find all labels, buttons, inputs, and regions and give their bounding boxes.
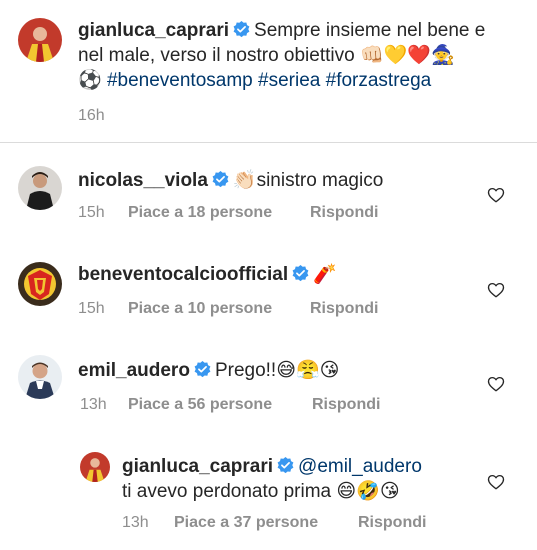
- comment-text: emil_audero Prego!!😅😤😘: [78, 358, 498, 383]
- comment-username[interactable]: emil_audero: [78, 360, 190, 381]
- comment-body: sinistro magico: [256, 170, 384, 191]
- comment-likes-link[interactable]: Piace a 18 persone: [128, 204, 310, 222]
- comment-likes-link[interactable]: Piace a 56 persone: [128, 396, 312, 414]
- mention-link[interactable]: @emil_audero: [298, 456, 422, 477]
- verified-badge-icon: [292, 265, 309, 282]
- hashtag-link[interactable]: #beneventosamp: [107, 70, 253, 91]
- heart-outline-icon[interactable]: [487, 375, 505, 393]
- comment-meta: 13h Piace a 56 persone Rispondi: [80, 396, 380, 414]
- reply-button[interactable]: Rispondi: [310, 204, 378, 222]
- reply-time: 13h: [122, 514, 149, 531]
- reply-button[interactable]: Rispondi: [310, 300, 378, 318]
- heart-outline-icon[interactable]: [487, 186, 505, 204]
- comment-username[interactable]: beneventocalcioofficial: [78, 264, 288, 285]
- reply-username[interactable]: gianluca_caprari: [122, 456, 273, 477]
- caption-emojis: 👊🏻💛❤️🧙: [359, 44, 455, 66]
- comment-username[interactable]: nicolas__viola: [78, 170, 208, 191]
- heart-outline-icon[interactable]: [487, 473, 505, 491]
- hashtag-link[interactable]: #seriea: [258, 70, 320, 91]
- avatar-emil-audero[interactable]: [18, 355, 62, 399]
- reaction-emojis: 😅😤😘: [276, 359, 340, 381]
- hashtag-link[interactable]: #forzastrega: [326, 70, 432, 91]
- firecracker-emoji: 🧨: [313, 263, 337, 285]
- reply-button[interactable]: Rispondi: [312, 396, 380, 414]
- heart-outline-icon[interactable]: [487, 281, 505, 299]
- caption-time: 16h: [78, 107, 105, 124]
- comment-time: 15h: [78, 204, 105, 221]
- reaction-emojis: 😄🤣😘: [336, 480, 400, 502]
- reply-button[interactable]: Rispondi: [358, 514, 426, 532]
- reply-meta: 13h Piace a 37 persone Rispondi: [122, 514, 426, 532]
- caption-line1: Sempre insieme nel bene e: [254, 20, 486, 41]
- verified-badge-icon: [212, 171, 229, 188]
- soccer-ball-emoji: ⚽: [78, 69, 102, 91]
- caption-username[interactable]: gianluca_caprari: [78, 20, 229, 41]
- caption-meta: 16h: [78, 107, 105, 125]
- avatar-caprari[interactable]: [18, 18, 62, 62]
- avatar-benevento[interactable]: [18, 262, 62, 306]
- comment-time: 13h: [80, 396, 107, 413]
- verified-badge-icon: [194, 361, 211, 378]
- clap-emoji: 👏🏻: [232, 169, 257, 191]
- reply-likes-link[interactable]: Piace a 37 persone: [174, 514, 358, 532]
- reply-body: ti avevo perdonato prima: [122, 481, 332, 502]
- verified-badge-icon: [277, 457, 294, 474]
- comment-meta: 15h Piace a 10 persone Rispondi: [78, 300, 378, 318]
- comment-text: nicolas__viola 👏🏻sinistro magico: [78, 168, 498, 193]
- avatar-nicolas-viola[interactable]: [18, 166, 62, 210]
- caption-line2: nel male, verso il nostro obiettivo: [78, 45, 355, 66]
- verified-badge-icon: [233, 21, 250, 38]
- avatar-caprari-reply[interactable]: [80, 452, 110, 482]
- comment-likes-link[interactable]: Piace a 10 persone: [128, 300, 310, 318]
- comment-text: beneventocalcioofficial 🧨: [78, 262, 498, 287]
- caption-text: gianluca_caprari Sempre insieme nel bene …: [78, 18, 528, 93]
- comment-meta: 15h Piace a 18 persone Rispondi: [78, 204, 378, 222]
- divider: [0, 142, 537, 143]
- comment-body: Prego!!: [214, 360, 277, 381]
- reply-text: gianluca_caprari @emil_audero ti avevo pe…: [122, 454, 492, 504]
- comment-time: 15h: [78, 300, 105, 317]
